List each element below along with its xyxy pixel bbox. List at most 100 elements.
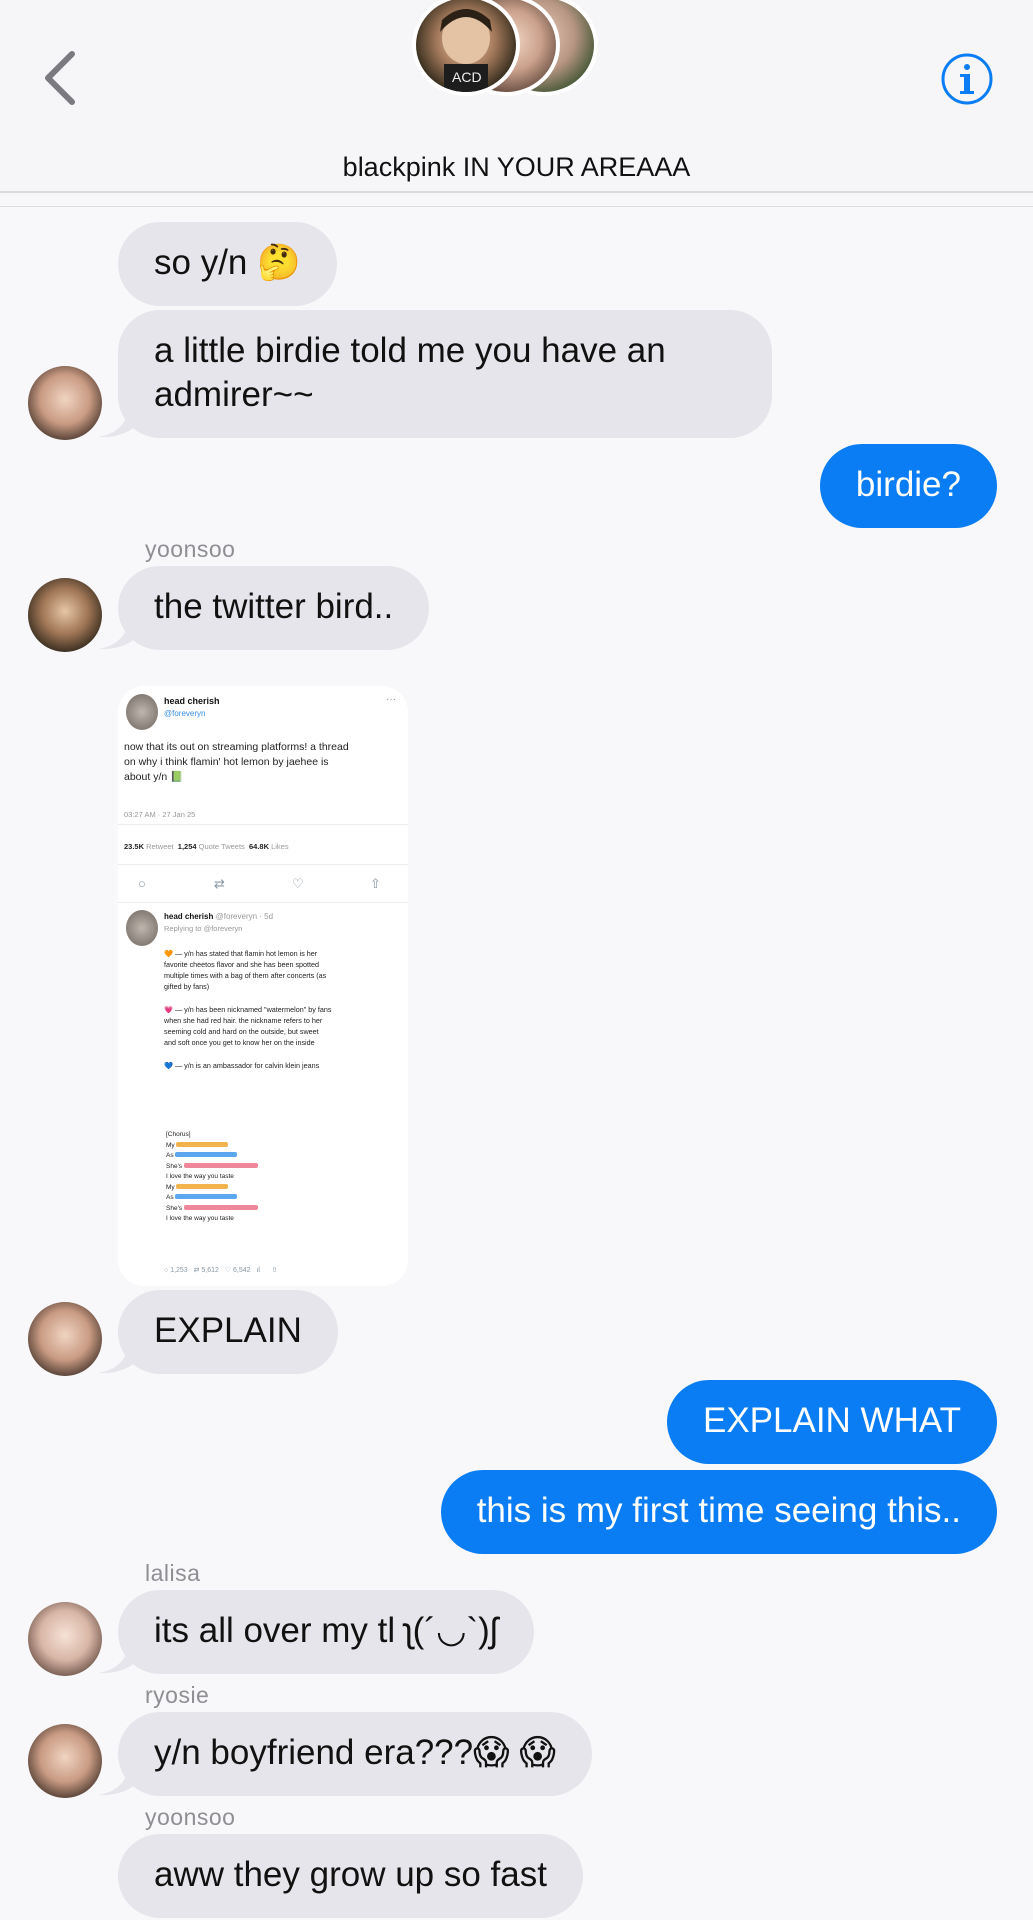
reply-author-handle: @foreveryn · 5d bbox=[215, 912, 274, 921]
chevron-left-icon bbox=[45, 51, 75, 105]
lyric-word: My bbox=[166, 1141, 175, 1149]
message-text: aww they grow up so fast bbox=[154, 1855, 547, 1894]
sender-avatar[interactable] bbox=[28, 366, 102, 440]
lyric-word: She's bbox=[166, 1204, 183, 1212]
reply-count: 1,253 bbox=[170, 1267, 188, 1274]
group-avatars[interactable]: ACD bbox=[412, 0, 602, 96]
lyric-word: She's bbox=[166, 1162, 183, 1170]
quote-count: 1,254 bbox=[177, 842, 197, 851]
avatar-face-art: ACD bbox=[440, 9, 492, 92]
message-text: EXPLAIN WHAT bbox=[702, 1401, 961, 1440]
reply-header: head cherish @foreveryn · 5d bbox=[164, 912, 273, 921]
header-divider bbox=[0, 191, 1033, 193]
lyric-word: As bbox=[166, 1194, 174, 1201]
reply-text-line: multiple times with a bag of them after … bbox=[164, 971, 327, 980]
tweet-avatar bbox=[126, 694, 158, 730]
reply-avatar bbox=[126, 910, 158, 946]
quote-label: Quote Tweets bbox=[198, 842, 245, 851]
back-button[interactable] bbox=[38, 48, 78, 108]
message-text: its all over my tl ʅ(´◡`)ʃ bbox=[154, 1611, 498, 1650]
stats-icon: ıl bbox=[256, 1267, 260, 1274]
message-bubble-incoming[interactable]: so y/n 🤔 bbox=[118, 222, 337, 306]
message-bubble-incoming[interactable]: aww they grow up so fast bbox=[118, 1834, 583, 1918]
lyric-line: My bbox=[166, 1141, 258, 1152]
like-count: 64.8K bbox=[248, 842, 269, 851]
lyric-line: [Chorus] bbox=[166, 1131, 191, 1138]
reply-icon: ○ bbox=[138, 876, 146, 891]
reply-text-line: 💙 — y/n is an ambassador for calvin klei… bbox=[164, 1061, 320, 1070]
reply-text-line: gifted by fans) bbox=[164, 982, 210, 991]
share-icon: ⇧ bbox=[271, 1267, 278, 1274]
sender-name: yoonsoo bbox=[145, 1804, 236, 1830]
reply-text-line: 🧡 — y/n has stated that flamin hot lemon… bbox=[164, 949, 318, 958]
lyric-line: I love the way you taste bbox=[166, 1173, 234, 1180]
sender-name: lalisa bbox=[145, 1560, 201, 1586]
group-name[interactable]: blackpink IN YOUR AREAAA bbox=[0, 152, 1033, 183]
message-text: birdie? bbox=[855, 465, 961, 504]
retweet-icon: ⇄ bbox=[193, 1267, 200, 1274]
share-icon: ⇧ bbox=[370, 876, 381, 891]
sender-avatar[interactable] bbox=[28, 1724, 102, 1798]
sender-name: ryosie bbox=[145, 1682, 210, 1708]
message-text-line: admirer~~ bbox=[154, 375, 314, 414]
lyric-line: She's bbox=[166, 1162, 258, 1173]
message-bubble-incoming[interactable]: EXPLAIN bbox=[118, 1290, 338, 1374]
message-text: this is my first time seeing this.. bbox=[476, 1491, 961, 1530]
header-divider-secondary bbox=[0, 206, 1033, 207]
lyric-line: I love the way you taste bbox=[166, 1215, 234, 1222]
bubble-tail bbox=[98, 1762, 136, 1796]
tweet-text-line: about y/n 📗 bbox=[124, 771, 184, 783]
message-text-line: a little birdie told me you have an bbox=[154, 331, 666, 370]
lyrics-block: [Chorus] My As She's I love the way you … bbox=[166, 1130, 258, 1225]
reply-text-line: favorite cheetos flavor and she has been… bbox=[164, 960, 320, 969]
retweet-count: 23.5K bbox=[124, 842, 145, 851]
message-text: EXPLAIN bbox=[154, 1311, 302, 1350]
bubble-tail bbox=[98, 1340, 136, 1374]
message-bubble-incoming[interactable]: a little birdie told me you have an admi… bbox=[118, 310, 772, 438]
svg-text:ACD: ACD bbox=[452, 69, 482, 85]
tweet-text-line: on why i think flamin' hot lemon by jaeh… bbox=[124, 756, 329, 768]
reply-text-line: when she had red hair. the nickname refe… bbox=[164, 1016, 323, 1025]
message-text: the twitter bird.. bbox=[154, 587, 394, 626]
retweet-icon: ⇄ bbox=[214, 876, 225, 891]
reply-icon: ○ bbox=[164, 1267, 169, 1274]
retweet-count: 5,612 bbox=[201, 1267, 219, 1274]
tweet-screenshot-image[interactable]: head cherish @foreveryn ··· now that its… bbox=[118, 686, 408, 1286]
message-text: so y/n 🤔 bbox=[154, 243, 301, 282]
info-icon bbox=[941, 53, 993, 105]
lyric-word: My bbox=[166, 1183, 175, 1191]
message-bubble-incoming[interactable]: the twitter bird.. bbox=[118, 566, 430, 650]
tweet-author-name: head cherish bbox=[164, 696, 220, 706]
sender-avatar[interactable] bbox=[28, 1302, 102, 1376]
reply-action-row: ○ 1,253 ⇄ 5,612 ♡ 6,542 ıl ⇧ bbox=[164, 1266, 277, 1274]
bubble-tail bbox=[98, 616, 136, 650]
lyric-line: As bbox=[166, 1151, 258, 1162]
tweet-author-handle: @foreveryn bbox=[164, 709, 206, 718]
info-button[interactable] bbox=[940, 52, 994, 106]
message-bubble-outgoing[interactable]: EXPLAIN WHAT bbox=[666, 1380, 997, 1464]
lyric-line: As bbox=[166, 1193, 258, 1204]
like-count: 6,542 bbox=[233, 1267, 251, 1274]
message-bubble-outgoing[interactable]: this is my first time seeing this.. bbox=[440, 1470, 997, 1554]
like-label: Likes bbox=[271, 842, 289, 851]
retweet-label: Retweet bbox=[146, 842, 174, 851]
lyric-line: My bbox=[166, 1183, 258, 1194]
lyric-line: She's bbox=[166, 1204, 258, 1215]
more-icon: ··· bbox=[386, 694, 396, 705]
tweet-text-line: now that its out on streaming platforms!… bbox=[124, 741, 349, 753]
sender-name: yoonsoo bbox=[145, 536, 236, 562]
reply-text-line: 💗 — y/n has been nicknamed "watermelon" … bbox=[164, 1005, 332, 1014]
bubble-tail bbox=[98, 1640, 136, 1674]
reply-author-name: head cherish bbox=[164, 912, 214, 921]
like-icon: ♡ bbox=[224, 1267, 232, 1274]
tweet-stats: 23.5K Retweet 1,254 Quote Tweets 64.8K L… bbox=[124, 842, 289, 851]
tweet-timestamp: 03:27 AM · 27 Jan 25 bbox=[124, 810, 196, 819]
sender-avatar[interactable] bbox=[28, 578, 102, 652]
sender-avatar[interactable] bbox=[28, 1602, 102, 1676]
lyric-word: As bbox=[166, 1152, 174, 1159]
message-bubble-outgoing[interactable]: birdie? bbox=[819, 444, 997, 528]
message-bubble-incoming[interactable]: its all over my tl ʅ(´◡`)ʃ bbox=[118, 1590, 534, 1674]
message-bubble-incoming[interactable]: y/n boyfriend era???😱 😱 bbox=[118, 1712, 592, 1796]
bubble-tail bbox=[98, 404, 136, 438]
reply-text-line: and soft once you get to know her on the… bbox=[164, 1038, 315, 1047]
